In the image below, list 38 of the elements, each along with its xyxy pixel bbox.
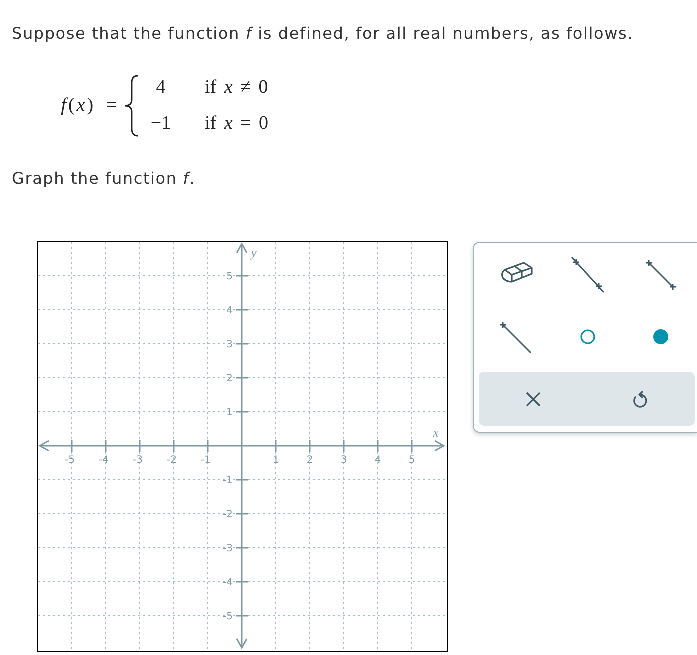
tick-label: 5 [408,455,416,466]
tick-label: -4 [223,578,233,588]
tick-label: 1 [272,455,280,466]
line-icon [570,256,606,294]
open-circle-icon [580,329,596,345]
tick-label: -5 [223,612,233,622]
tick-label: -1 [201,455,211,466]
axis-label: y [251,245,257,260]
tick-label: -5 [65,455,75,466]
case-value: −1 [150,112,172,136]
filled-circle-icon [652,329,669,345]
case-value: 4 [156,76,166,100]
tick-label: 3 [226,340,233,350]
tick-label: 2 [226,374,233,384]
line-segment-icon [644,258,678,292]
ray-icon [498,320,532,354]
case-condition: if x = 0 [205,112,269,136]
tick-label: -3 [223,544,233,554]
instruction-text: Graph the function f. [12,169,196,189]
tick-label: 4 [226,306,233,316]
tick-label: 1 [226,408,233,418]
undo-icon [633,390,649,408]
graph-area[interactable]: -5 -4 -3 -2 -1 1 2 3 4 5 -5 -4 -3 -2 -1 1 2 3 4 5 x y [37,241,448,652]
tick-label: 4 [374,455,382,466]
question-text: Suppose that the function f is defined, for all real numbers, as follows. [12,24,634,44]
cross-icon [526,392,540,406]
tick-label: -2 [223,510,233,520]
tick-label: -3 [133,455,143,466]
tick-label: -1 [223,476,233,486]
case-condition: if x ≠ 0 [205,76,268,100]
tick-label: -4 [99,455,109,466]
function-label: f(x) = [61,94,119,118]
tick-label: 3 [340,455,348,466]
axis-label: x [433,425,439,440]
left-brace-icon [123,75,141,137]
tick-label: 5 [226,272,233,282]
tick-label: 2 [306,455,314,466]
tick-label: -2 [167,455,177,466]
